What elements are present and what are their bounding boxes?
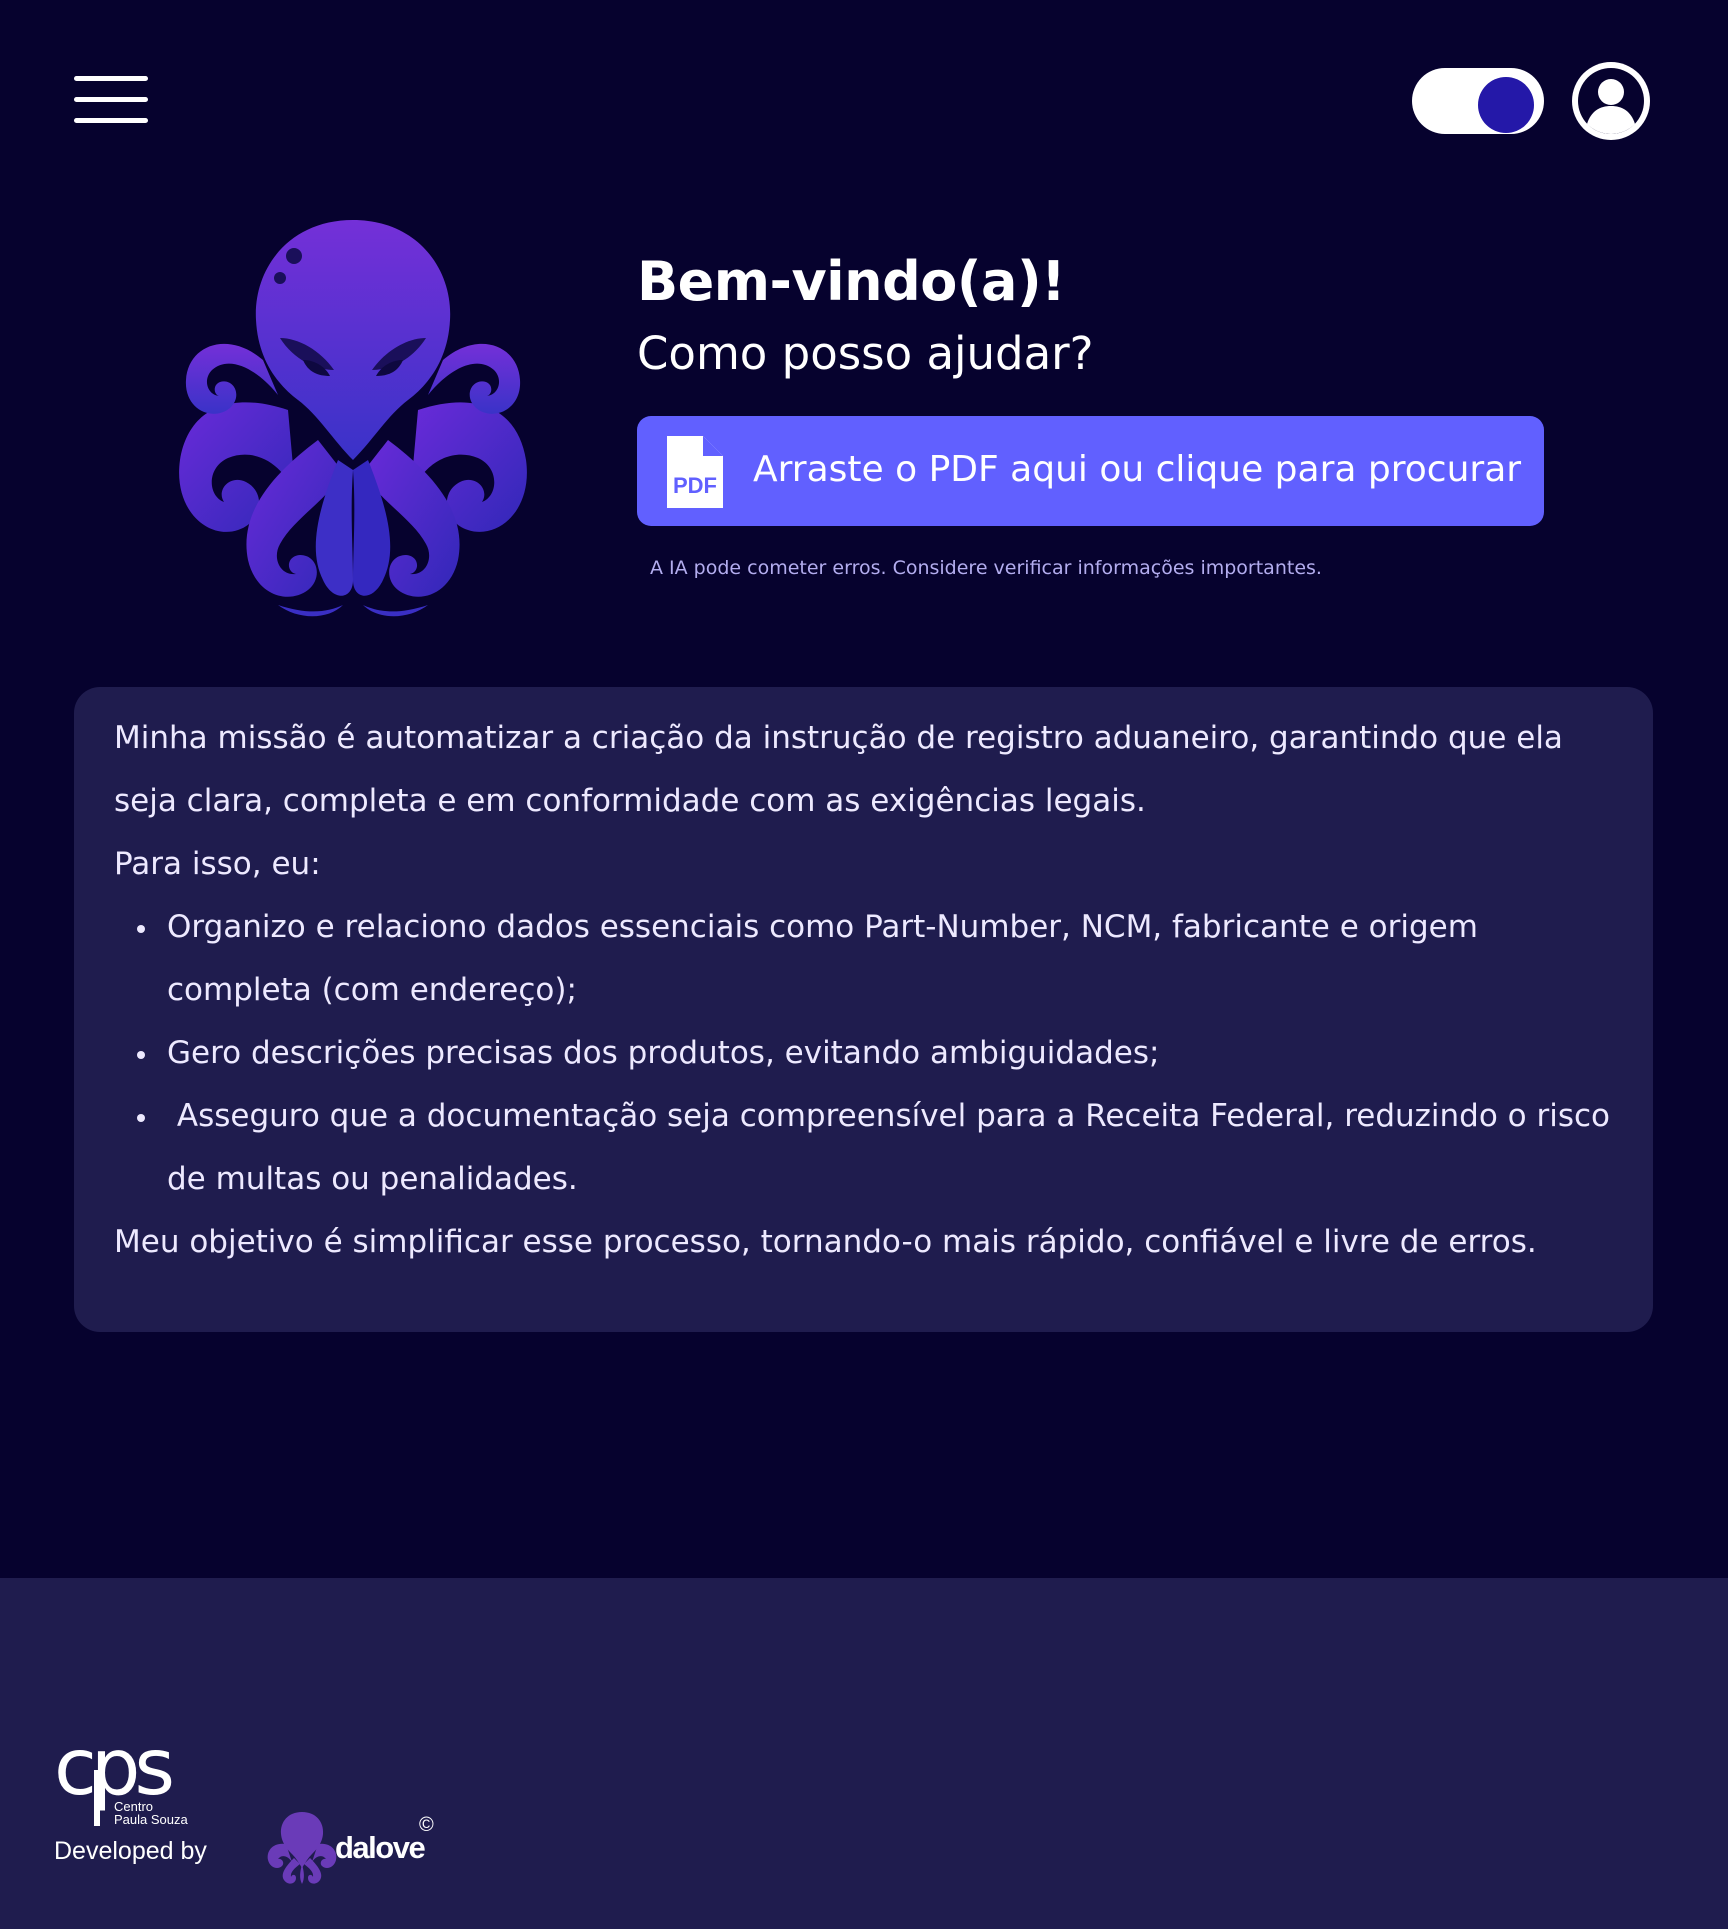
cps-subtitle-line2: Paula Souza [114,1812,188,1827]
theme-toggle[interactable] [1412,68,1544,134]
pdf-icon-text: PDF [673,473,717,498]
mission-closing: Meu objetivo é simplificar esse processo… [114,1224,1537,1260]
pdf-upload-dropzone[interactable]: PDF Arraste o PDF aqui ou clique para pr… [637,416,1544,526]
dalove-logo: dalove © [262,1808,442,1888]
mission-list: Organizo e relaciono dados essenciais co… [114,896,1624,1211]
dalove-octopus-icon [267,1812,337,1884]
mission-lead: Para isso, eu: [114,846,321,882]
page-subtitle: Como posso ajudar? [637,327,1094,380]
list-item: Gero descrições precisas dos produtos, e… [137,1022,1624,1085]
hamburger-menu-icon[interactable] [74,76,150,124]
mission-text: Minha missão é automatizar a criação da … [114,707,1624,1274]
mission-intro: Minha missão é automatizar a criação da … [114,720,1563,819]
cps-logo: cps Centro Paula Souza [54,1723,199,1830]
upload-label: Arraste o PDF aqui ou clique para procur… [753,449,1522,490]
top-bar [0,0,1728,200]
dalove-wordmark: dalove [335,1830,426,1865]
cps-subtitle: Centro Paula Souza [114,1800,188,1826]
octopus-mascot-icon [168,210,538,620]
toggle-knob [1478,77,1534,133]
pdf-file-icon: PDF [663,436,723,508]
mission-card: Minha missão é automatizar a criação da … [74,687,1653,1332]
page-title: Bem-vindo(a)! [637,250,1066,313]
list-item: Organizo e relaciono dados essenciais co… [137,896,1624,1022]
ai-disclaimer: A IA pode cometer erros. Considere verif… [650,557,1322,579]
copyright-icon: © [419,1814,434,1836]
list-item: Asseguro que a documentação seja compree… [137,1085,1624,1211]
user-circle-icon[interactable] [1569,59,1653,143]
footer: cps Centro Paula Souza Developed by dalo… [0,1578,1728,1929]
developed-by-label: Developed by [54,1837,207,1865]
